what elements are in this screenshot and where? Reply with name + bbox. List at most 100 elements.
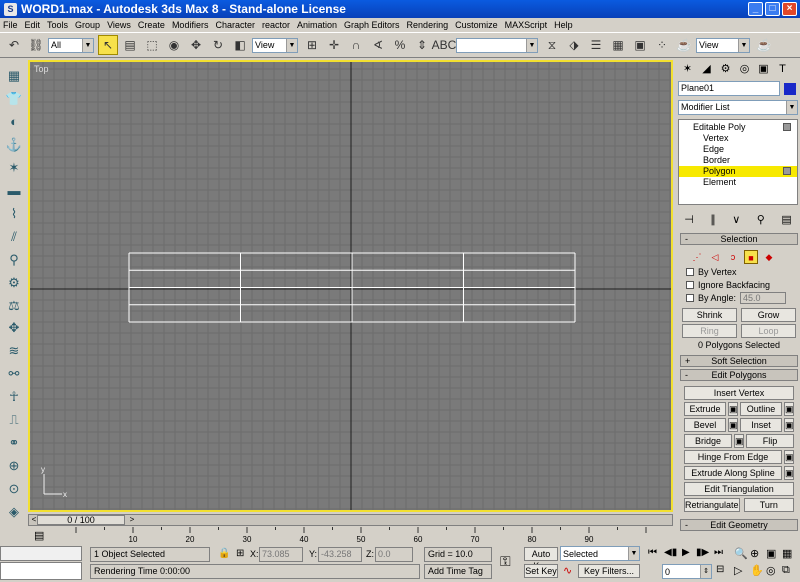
zoom-extents-icon[interactable]: ▣ [766, 547, 776, 560]
polygon-level-icon[interactable]: ■ [744, 249, 758, 264]
set-keys-icon[interactable]: ∿ [563, 564, 572, 577]
zoom-icon[interactable]: 🔍 [734, 547, 748, 560]
zoom-all-icon[interactable]: ⊕ [750, 547, 759, 560]
layer-manager-icon[interactable]: ☰ [586, 35, 606, 55]
z-coord-field[interactable]: 0.0 [375, 547, 413, 562]
element-level-icon[interactable]: ◆ [762, 250, 776, 264]
menu-item-customize[interactable]: Customize [455, 20, 498, 30]
window-crossing-icon[interactable]: ◉ [164, 35, 184, 55]
next-key-icon[interactable]: ▮▶ [696, 547, 709, 558]
make-unique-icon[interactable]: ∨ [732, 213, 740, 226]
snap-icon[interactable]: ∩ [346, 35, 366, 55]
bevel-settings-icon[interactable]: ▣ [728, 418, 738, 432]
stack-item-border[interactable]: Border [679, 155, 797, 166]
material-editor-icon[interactable]: ⁘ [652, 35, 672, 55]
grow-button[interactable]: Grow [741, 308, 796, 322]
by-angle-checkbox[interactable]: By Angle: 45.0 [686, 291, 796, 304]
modifier-list-dropdown[interactable]: Modifier List ▼ [678, 100, 798, 115]
next-frame-icon[interactable]: > [127, 515, 137, 525]
absolute-mode-icon[interactable]: ⊞ [236, 548, 244, 559]
app-icon[interactable]: S [4, 2, 17, 16]
soft-body-icon[interactable]: ◐ [3, 112, 25, 132]
cloth-icon[interactable]: 👕 [3, 89, 25, 109]
close-button[interactable]: × [782, 2, 797, 16]
menu-item-modifiers[interactable]: Modifiers [172, 20, 209, 30]
modifier-stack[interactable]: Editable Poly Vertex Edge Border Polygon Elem… [678, 119, 798, 205]
play-icon[interactable]: ▶ [682, 547, 690, 558]
edit-named-selection-icon[interactable]: ABC [432, 35, 457, 55]
flip-button[interactable]: Flip [746, 434, 794, 448]
motion-tab-icon[interactable]: ◎ [735, 61, 754, 78]
menu-item-maxscript[interactable]: MAXScript [505, 20, 548, 30]
menu-item-edit[interactable]: Edit [25, 20, 41, 30]
set-key-button[interactable]: Set Key [524, 564, 558, 578]
menu-item-reactor[interactable]: reactor [262, 20, 290, 30]
ring-button[interactable]: Ring [682, 324, 737, 338]
menu-item-views[interactable]: Views [107, 20, 131, 30]
zoom-extents-all-icon[interactable]: ▦ [782, 547, 792, 560]
water-icon[interactable]: ≋ [3, 341, 25, 361]
preview-icon[interactable]: ⊕ [3, 456, 25, 476]
previous-key-icon[interactable]: ◀▮ [664, 547, 677, 558]
point-to-point-icon[interactable]: ⚭ [3, 433, 25, 453]
menu-item-character[interactable]: Character [215, 20, 255, 30]
key-filters-button[interactable]: Key Filters... [578, 564, 640, 578]
minimize-button[interactable]: _ [748, 2, 763, 16]
selection-filter-dropdown[interactable]: All ▼ [48, 37, 94, 53]
deforming-mesh-icon[interactable]: ✶ [3, 158, 25, 178]
outline-button[interactable]: Outline [740, 402, 782, 416]
extrude-settings-icon[interactable]: ▣ [728, 402, 738, 416]
menu-item-rendering[interactable]: Rendering [407, 20, 449, 30]
hierarchy-tab-icon[interactable]: ⚙ [716, 61, 735, 78]
vertex-level-icon[interactable]: ⋰ [690, 250, 704, 264]
loop-button[interactable]: Loop [741, 324, 796, 338]
track-bar[interactable]: ▤ 10 20 30 40 50 60 70 80 90 [28, 527, 673, 545]
align-icon[interactable]: ⬗ [564, 35, 584, 55]
render-scene-icon[interactable]: ☕ [674, 35, 694, 55]
time-configuration-icon[interactable]: ⊟ [716, 564, 724, 575]
selection-rollout-header[interactable]: - Selection [680, 233, 798, 245]
toy-car-icon[interactable]: ⚖ [3, 296, 25, 316]
maxscript-listener-output[interactable] [0, 562, 82, 580]
menu-item-help[interactable]: Help [554, 20, 573, 30]
border-level-icon[interactable]: ↄ [726, 250, 740, 264]
extrude-button[interactable]: Extrude [684, 402, 726, 416]
edit-polygons-header[interactable]: - Edit Polygons [680, 369, 798, 381]
arc-rotate-icon[interactable]: ◎ [766, 564, 776, 577]
object-color-swatch[interactable] [784, 82, 796, 95]
bridge-button[interactable]: Bridge [684, 434, 732, 448]
create-animation-icon[interactable]: ◈ [3, 502, 25, 522]
maximize-viewport-icon[interactable]: ⧉ [782, 564, 790, 577]
hinge-from-edge-button[interactable]: Hinge From Edge [684, 450, 782, 464]
quick-render-icon[interactable]: ☕ [754, 35, 774, 55]
ignore-backfacing-checkbox[interactable]: Ignore Backfacing [686, 278, 796, 291]
select-object-icon[interactable]: ↖ [98, 35, 118, 55]
pan-icon[interactable]: ✋ [750, 564, 764, 577]
remove-modifier-icon[interactable]: ⚲ [757, 213, 765, 226]
insert-vertex-button[interactable]: Insert Vertex [684, 386, 794, 400]
stack-item-polygon[interactable]: Polygon [679, 166, 797, 177]
menu-item-create[interactable]: Create [138, 20, 165, 30]
y-coord-field[interactable]: -43.258 [318, 547, 362, 562]
turn-button[interactable]: Turn [743, 498, 794, 512]
constraint-icon[interactable]: ⚯ [3, 364, 25, 384]
extrude-along-spline-button[interactable]: Extrude Along Spline [684, 466, 782, 480]
angle-field[interactable]: 45.0 [740, 291, 787, 304]
fracture-icon[interactable]: ✥ [3, 318, 25, 338]
field-of-view-icon[interactable]: ▷ [734, 564, 742, 577]
curve-editor-icon[interactable]: ▦ [608, 35, 628, 55]
edit-triangulation-button[interactable]: Edit Triangulation [684, 482, 794, 496]
pivot-icon[interactable]: ⊞ [302, 35, 322, 55]
mirror-icon[interactable]: ⧖ [542, 35, 562, 55]
bridge-settings-icon[interactable]: ▣ [734, 434, 744, 448]
menu-item-group[interactable]: Group [75, 20, 100, 30]
by-vertex-checkbox[interactable]: By Vertex [686, 265, 796, 278]
object-name-field[interactable]: Plane01 [678, 81, 780, 96]
current-frame-field[interactable]: 0 ⇕ [662, 564, 712, 579]
inset-settings-icon[interactable]: ▣ [784, 418, 794, 432]
add-time-tag-button[interactable]: Add Time Tag [424, 564, 492, 579]
stack-item-edge[interactable]: Edge [679, 144, 797, 155]
display-tab-icon[interactable]: ▣ [754, 61, 773, 78]
shrink-button[interactable]: Shrink [682, 308, 737, 322]
stack-item-editable-poly[interactable]: Editable Poly [679, 122, 797, 133]
